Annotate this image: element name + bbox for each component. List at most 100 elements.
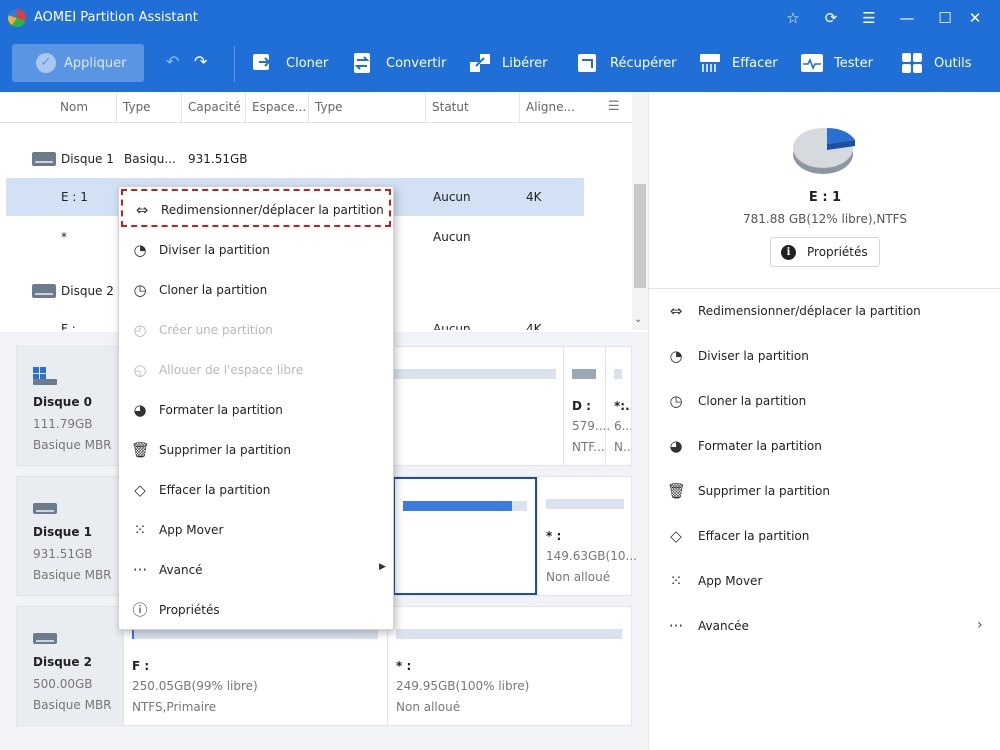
column-fs-type[interactable]: Type [308, 92, 343, 122]
refresh-icon[interactable]: ⟳ [819, 6, 843, 30]
usage-bar [572, 369, 596, 379]
usage-bar [546, 499, 624, 509]
action-wipe[interactable]: ◇ Effacer la partition [649, 517, 1000, 557]
info-icon: ⓘ [132, 601, 148, 619]
properties-button[interactable]: i Propriétés [770, 237, 880, 267]
action-format[interactable]: ◕ Formater la partition [649, 427, 1000, 467]
action-split[interactable]: ◔ Diviser la partition [649, 337, 1000, 377]
apply-button[interactable]: ✓ Appliquer [12, 44, 144, 82]
wipe-button[interactable]: Effacer [698, 50, 778, 78]
star-icon[interactable]: ☆ [781, 6, 805, 30]
clone-partition-icon: ◷ [669, 392, 683, 410]
chevron-right-icon: › [977, 617, 983, 633]
disk-row[interactable]: Disque 1 Basiqu... 931.51GB [6, 140, 584, 178]
menu-icon[interactable]: ☰ [857, 6, 881, 30]
partition-pie-icon [793, 127, 855, 174]
usage-bar [132, 629, 378, 639]
list-scrollbar[interactable]: ⌄ [632, 92, 648, 330]
create-partition-icon: ◴ [133, 321, 147, 339]
resize-icon: ⇔ [669, 302, 683, 320]
partition-block[interactable]: D : 579.... NTF... [563, 347, 610, 465]
menu-item-app-mover[interactable]: ⁙ App Mover [119, 509, 393, 549]
app-title: AOMEI Partition Assistant [34, 10, 198, 25]
recover-icon [578, 54, 596, 72]
disk-icon [32, 284, 56, 298]
toolbar-divider [234, 46, 235, 82]
menu-item-allocate[interactable]: ◵ Allouer de l'espace libre [119, 349, 393, 389]
usage-bar [403, 501, 527, 511]
format-icon: ◕ [133, 401, 147, 419]
windows-disk-icon [33, 367, 57, 385]
delete-icon: 🗑 [667, 482, 687, 500]
allocate-icon: ◵ [133, 361, 147, 379]
menu-item-split[interactable]: ◔ Diviser la partition [119, 229, 393, 269]
column-type[interactable]: Type [116, 92, 151, 122]
column-space[interactable]: Espace... [245, 92, 306, 122]
split-icon: ◔ [669, 347, 683, 365]
wipe-partition-icon: ◇ [670, 527, 682, 545]
more-icon: ··· [132, 561, 148, 579]
app-mover-icon: ⁙ [133, 521, 147, 539]
usage-bar [614, 369, 622, 379]
partition-block[interactable]: * : 249.95GB(100% libre) Non alloué [387, 607, 631, 725]
recover-button[interactable]: Récupérer [576, 50, 677, 78]
action-delete[interactable]: 🗑 Supprimer la partition [649, 472, 1000, 512]
test-button[interactable]: Tester [800, 50, 880, 78]
wipe-partition-icon: ◇ [134, 481, 146, 499]
column-capacity[interactable]: Capacité [181, 92, 241, 122]
undo-icon[interactable]: ↶ [166, 52, 179, 71]
split-icon: ◔ [133, 241, 147, 259]
toolbar: ✓ Appliquer ↶ ↷ Cloner Convertir Libérer… [0, 36, 1000, 92]
convert-icon [354, 53, 370, 73]
tools-icon [902, 53, 922, 73]
menu-item-wipe[interactable]: ◇ Effacer la partition [119, 469, 393, 509]
menu-item-clone[interactable]: ◷ Cloner la partition [119, 269, 393, 309]
close-button[interactable]: ✕ [963, 6, 987, 30]
partition-block[interactable]: * : 149.63GB(10... Non alloué [537, 477, 637, 595]
more-icon: ··· [668, 617, 684, 635]
panel-divider [649, 288, 1000, 289]
app-mover-icon: ⁙ [669, 572, 683, 590]
disk-icon [32, 152, 56, 166]
clone-partition-icon: ◷ [133, 281, 147, 299]
scroll-down-icon[interactable]: ⌄ [634, 314, 642, 325]
action-app-mover[interactable]: ⁙ App Mover [649, 562, 1000, 602]
column-settings-icon[interactable]: ☰ [608, 100, 624, 114]
disk-info: Disque 1 931.51GB Basique MBR [17, 477, 123, 595]
free-up-button[interactable]: Libérer [468, 50, 558, 78]
free-up-icon [470, 54, 490, 72]
column-align[interactable]: Aligne... [519, 92, 575, 122]
menu-item-create[interactable]: ◴ Créer une partition [119, 309, 393, 349]
menu-item-format[interactable]: ◕ Formater la partition [119, 389, 393, 429]
selected-partition-name: E : 1 [808, 190, 842, 205]
test-icon [801, 54, 823, 72]
clone-button[interactable]: Cloner [252, 50, 332, 78]
check-icon: ✓ [36, 53, 56, 73]
resize-icon: ⇔ [135, 201, 149, 219]
convert-button[interactable]: Convertir [352, 50, 448, 78]
format-icon: ◕ [669, 437, 683, 455]
action-advanced[interactable]: ··· Avancée › [649, 607, 1000, 647]
partition-block-selected[interactable] [393, 477, 537, 595]
menu-item-advanced[interactable]: ··· Avancé ▶ [119, 549, 393, 589]
redo-icon[interactable]: ↷ [194, 52, 207, 71]
menu-item-delete[interactable]: 🗑 Supprimer la partition [119, 429, 393, 469]
action-resize[interactable]: ⇔ Redimensionner/déplacer la partition [649, 292, 1000, 332]
tools-button[interactable]: Outils [900, 50, 980, 78]
header-divider [0, 122, 632, 123]
column-name[interactable]: Nom [54, 92, 88, 122]
menu-item-properties[interactable]: ⓘ Propriétés [119, 589, 393, 629]
column-status[interactable]: Statut [425, 92, 469, 122]
maximize-button[interactable]: ☐ [933, 6, 957, 30]
action-clone[interactable]: ◷ Cloner la partition [649, 382, 1000, 422]
minimize-button[interactable]: — [895, 6, 919, 30]
usage-fill [403, 501, 513, 511]
usage-bar [396, 629, 622, 639]
disk-icon [33, 633, 57, 644]
partition-block[interactable]: *:... 6... N... [605, 347, 631, 465]
submenu-arrow-icon: ▶ [379, 562, 386, 572]
scrollbar-thumb[interactable] [634, 184, 646, 288]
menu-item-resize[interactable]: ⇔ Redimensionner/déplacer la partition [121, 189, 391, 227]
selected-partition-info: 781.88 GB(12% libre),NTFS [743, 212, 907, 226]
clone-icon [253, 54, 271, 70]
